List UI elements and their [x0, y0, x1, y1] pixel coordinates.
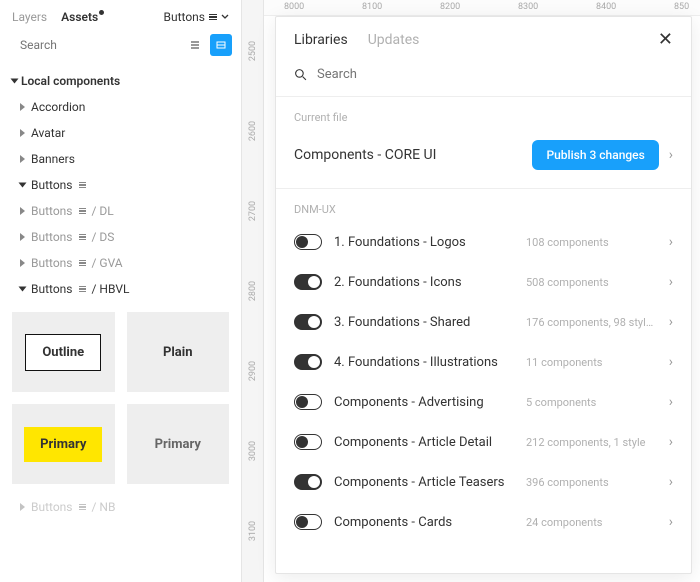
chevron-right-icon[interactable]: ›: [669, 147, 673, 163]
chevron-right-icon[interactable]: ›: [669, 474, 673, 490]
vertical-ruler: 2500260027002800290030003100: [242, 0, 264, 582]
library-name: Components - Advertising: [334, 395, 514, 410]
libraries-search-input[interactable]: [317, 67, 673, 82]
component-thumb[interactable]: Primary: [12, 404, 115, 484]
library-toggle[interactable]: [294, 354, 322, 370]
caret-down-icon: [11, 79, 19, 84]
current-file-name: Components - CORE UI: [294, 147, 522, 163]
library-row[interactable]: 4. Foundations - Illustrations 11 compone…: [276, 342, 691, 382]
library-name: Components - Article Detail: [334, 435, 514, 450]
chevron-right-icon[interactable]: ›: [669, 354, 673, 370]
library-row[interactable]: Components - Article Detail 212 component…: [276, 422, 691, 462]
component-icon: [79, 260, 86, 266]
panel-tab-libraries[interactable]: Libraries: [294, 32, 348, 48]
library-row[interactable]: 2. Foundations - Icons 508 components ›: [276, 262, 691, 302]
chevron-down-icon: [221, 13, 229, 21]
tree-item[interactable]: Avatar: [0, 120, 241, 146]
library-toggle[interactable]: [294, 314, 322, 330]
tree-item-footer[interactable]: Buttons / NB: [0, 494, 241, 520]
library-name: Components - Article Teasers: [334, 475, 514, 490]
list-view-button[interactable]: [184, 34, 206, 56]
caret-down-icon: [19, 183, 27, 188]
assets-search-input[interactable]: [20, 38, 176, 52]
library-row[interactable]: 3. Foundations - Shared 176 components, 9…: [276, 302, 691, 342]
library-meta: 5 components: [526, 396, 657, 409]
component-icon: [209, 14, 217, 21]
tab-assets[interactable]: Assets: [61, 10, 104, 24]
component-icon: [79, 208, 86, 214]
chevron-right-icon[interactable]: ›: [669, 394, 673, 410]
library-name: Components - Cards: [334, 515, 514, 530]
library-meta: 508 components: [526, 276, 657, 289]
library-toggle[interactable]: [294, 394, 322, 410]
library-row[interactable]: 1. Foundations - Logos 108 components ›: [276, 222, 691, 262]
tree-item[interactable]: Banners: [0, 146, 241, 172]
library-toggle[interactable]: [294, 234, 322, 250]
library-row[interactable]: Components - Cards 24 components ›: [276, 502, 691, 542]
library-toggle[interactable]: [294, 514, 322, 530]
chevron-right-icon[interactable]: ›: [669, 234, 673, 250]
library-meta: 396 components: [526, 476, 657, 489]
component-icon: [79, 234, 86, 240]
library-toggle[interactable]: [294, 474, 322, 490]
current-file-label: Current file: [276, 97, 691, 130]
component-icon: [79, 182, 86, 188]
component-thumb[interactable]: Outline: [12, 312, 115, 392]
local-components-header[interactable]: Local components: [0, 68, 241, 94]
assets-breadcrumb[interactable]: Buttons: [164, 10, 230, 24]
horizontal-ruler: 80008100820083008400850: [264, 0, 700, 16]
caret-right-icon: [20, 155, 25, 163]
caret-right-icon: [20, 233, 25, 241]
caret-right-icon: [20, 103, 25, 111]
tab-layers[interactable]: Layers: [12, 10, 47, 24]
caret-right-icon: [20, 503, 25, 511]
tree-item-sub[interactable]: Buttons/ DL: [0, 198, 241, 224]
library-name: 2. Foundations - Icons: [334, 275, 514, 290]
caret-right-icon: [20, 129, 25, 137]
chevron-right-icon[interactable]: ›: [669, 434, 673, 450]
tree-item-sub[interactable]: Buttons/ DS: [0, 224, 241, 250]
library-meta: 108 components: [526, 236, 657, 249]
library-row[interactable]: Components - Article Teasers 396 componen…: [276, 462, 691, 502]
chevron-right-icon[interactable]: ›: [669, 274, 673, 290]
library-toggle[interactable]: [294, 434, 322, 450]
team-label: DNM-UX: [276, 189, 691, 222]
library-meta: 11 components: [526, 356, 657, 369]
library-name: 3. Foundations - Shared: [334, 315, 514, 330]
chevron-right-icon[interactable]: ›: [669, 314, 673, 330]
library-meta: 24 components: [526, 516, 657, 529]
caret-right-icon: [20, 207, 25, 215]
component-thumb[interactable]: Primary: [127, 404, 230, 484]
component-icon: [79, 504, 86, 510]
panel-tab-updates[interactable]: Updates: [368, 32, 420, 48]
component-thumb[interactable]: Plain: [127, 312, 230, 392]
search-icon: [294, 68, 307, 81]
library-row[interactable]: Components - Advertising 5 components ›: [276, 382, 691, 422]
publish-button[interactable]: Publish 3 changes: [532, 140, 658, 170]
library-meta: 176 components, 98 styles: [526, 316, 657, 329]
tree-item-sub[interactable]: Buttons/ HBVL: [0, 276, 241, 302]
grid-view-button[interactable]: [210, 34, 232, 56]
caret-down-icon: [19, 287, 27, 292]
caret-right-icon: [20, 259, 25, 267]
libraries-panel: Libraries Updates ✕ Current file Compone…: [275, 16, 692, 574]
assets-sidebar: Layers Assets Buttons: [0, 0, 242, 582]
library-meta: 212 components, 1 style: [526, 436, 657, 449]
library-toggle[interactable]: [294, 274, 322, 290]
close-icon[interactable]: ✕: [658, 31, 673, 49]
component-icon: [79, 286, 86, 292]
chevron-right-icon[interactable]: ›: [669, 514, 673, 530]
tree-item[interactable]: Accordion: [0, 94, 241, 120]
tree-item[interactable]: Buttons: [0, 172, 241, 198]
tree-item-sub[interactable]: Buttons/ GVA: [0, 250, 241, 276]
library-name: 4. Foundations - Illustrations: [334, 355, 514, 370]
library-name: 1. Foundations - Logos: [334, 235, 514, 250]
